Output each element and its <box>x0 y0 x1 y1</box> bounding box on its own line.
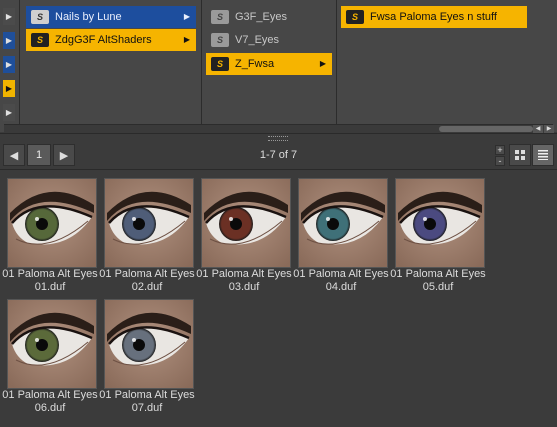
eye-thumbnail[interactable] <box>104 299 194 389</box>
expand-arrow-column: ▶ ▶ ▶ ▶ ▶ <box>0 0 20 124</box>
chevron-right-icon: ▶ <box>183 35 190 44</box>
folder-item-nails-by-lune[interactable]: S Nails by Lune ▶ <box>26 6 196 28</box>
folder-column-3: S Fwsa Paloma Eyes n stuff <box>337 0 556 124</box>
content-item[interactable]: 01 Paloma Alt Eyes 03.duf <box>194 172 292 298</box>
folder-icon: S <box>211 10 229 24</box>
item-label-line1: 01 Paloma Alt Eyes <box>196 268 292 280</box>
expand-arrow-icon[interactable]: ▶ <box>3 80 15 97</box>
item-label-line2: 06.duf <box>34 402 66 414</box>
eye-thumbnail[interactable] <box>7 299 97 389</box>
content-item[interactable]: 01 Paloma Alt Eyes 01.duf <box>0 172 98 298</box>
item-label-line1: 01 Paloma Alt Eyes <box>390 268 486 280</box>
folder-icon: S <box>211 33 229 47</box>
chevron-right-icon: ▶ <box>319 59 326 68</box>
item-label-line2: 05.duf <box>422 281 454 293</box>
content-item[interactable]: 01 Paloma Alt Eyes 04.duf <box>291 172 389 298</box>
scroll-left-icon[interactable]: ◀ <box>533 125 543 133</box>
content-item[interactable]: 01 Paloma Alt Eyes 05.duf <box>388 172 486 298</box>
chevron-right-icon: ▶ <box>183 12 190 21</box>
list-view-icon <box>538 150 548 160</box>
increase-thumb-size-button[interactable]: + <box>495 145 505 155</box>
folder-item-v7-eyes[interactable]: S V7_Eyes <box>206 29 332 51</box>
item-count: 1-7 of 7 <box>259 149 298 161</box>
grid-view-icon <box>515 150 525 160</box>
scrollbar-thumb[interactable] <box>439 126 533 132</box>
item-label-line1: 01 Paloma Alt Eyes <box>99 268 195 280</box>
folder-item-z-fwsa[interactable]: S Z_Fwsa ▶ <box>206 53 332 75</box>
item-label: 01 Paloma Alt Eyes 07.duf <box>97 389 197 415</box>
folder-icon: S <box>346 10 364 24</box>
folder-item-fwsa-paloma-eyes[interactable]: S Fwsa Paloma Eyes n stuff <box>341 6 527 28</box>
eye-thumbnail[interactable] <box>104 178 194 268</box>
folder-label: V7_Eyes <box>235 34 280 46</box>
item-label: 01 Paloma Alt Eyes 05.duf <box>388 268 488 294</box>
grid-view-button[interactable] <box>509 144 531 166</box>
list-view-button[interactable] <box>532 144 554 166</box>
toolbar-divider <box>0 169 557 170</box>
folder-label: Nails by Lune <box>55 11 122 23</box>
expand-arrow-icon[interactable]: ▶ <box>3 56 15 73</box>
item-label: 01 Paloma Alt Eyes 03.duf <box>194 268 294 294</box>
folder-icon: S <box>211 57 229 71</box>
item-label: 01 Paloma Alt Eyes 04.duf <box>291 268 391 294</box>
content-item[interactable]: 01 Paloma Alt Eyes 02.duf <box>97 172 195 298</box>
eye-thumbnail[interactable] <box>298 178 388 268</box>
eye-thumbnail[interactable] <box>201 178 291 268</box>
folder-icon: S <box>31 10 49 24</box>
folder-label: Fwsa Paloma Eyes n stuff <box>370 11 497 23</box>
content-toolbar: ◀ 1 ▶ 1-7 of 7 + - <box>0 141 557 169</box>
scroll-right-icon[interactable]: ▶ <box>544 125 554 133</box>
item-label: 01 Paloma Alt Eyes 06.duf <box>0 389 100 415</box>
folder-label: Z_Fwsa <box>235 58 275 70</box>
item-label-line2: 03.duf <box>228 281 260 293</box>
folder-label: ZdgG3F AltShaders <box>55 34 152 46</box>
item-label: 01 Paloma Alt Eyes 02.duf <box>97 268 197 294</box>
folder-label: G3F_Eyes <box>235 11 287 23</box>
eye-thumbnail[interactable] <box>395 178 485 268</box>
folder-icon: S <box>31 33 49 47</box>
eye-thumbnail[interactable] <box>7 178 97 268</box>
expand-arrow-icon[interactable]: ▶ <box>3 8 15 25</box>
item-label-line1: 01 Paloma Alt Eyes <box>2 389 98 401</box>
item-label-line1: 01 Paloma Alt Eyes <box>99 389 195 401</box>
content-item[interactable]: 01 Paloma Alt Eyes 06.duf <box>0 293 98 419</box>
expand-arrow-icon[interactable]: ▶ <box>3 32 15 49</box>
item-label-line1: 01 Paloma Alt Eyes <box>2 268 98 280</box>
folder-item-g3f-eyes[interactable]: S G3F_Eyes <box>206 6 332 28</box>
decrease-thumb-size-button[interactable]: - <box>495 156 505 166</box>
folder-column-2: S G3F_Eyes S V7_Eyes S Z_Fwsa ▶ <box>202 0 337 124</box>
folder-column-1: S Nails by Lune ▶ S ZdgG3F AltShaders ▶ <box>20 0 202 124</box>
item-label-line1: 01 Paloma Alt Eyes <box>293 268 389 280</box>
item-label: 01 Paloma Alt Eyes 01.duf <box>0 268 100 294</box>
folder-item-zdgg3f-altshaders[interactable]: S ZdgG3F AltShaders ▶ <box>26 29 196 51</box>
content-item[interactable]: 01 Paloma Alt Eyes 07.duf <box>97 293 195 419</box>
folder-browser: ▶ ▶ ▶ ▶ ▶ S Nails by Lune ▶ S ZdgG3F Alt… <box>0 0 557 134</box>
item-label-line2: 04.duf <box>325 281 357 293</box>
item-label-line2: 07.duf <box>131 402 163 414</box>
expand-arrow-icon[interactable]: ▶ <box>3 104 15 121</box>
